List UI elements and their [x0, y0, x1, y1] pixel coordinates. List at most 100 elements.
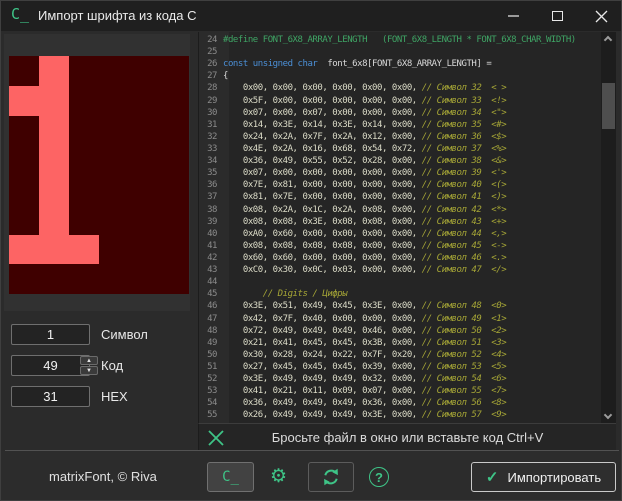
glyph-pixel: [129, 145, 159, 175]
close-button[interactable]: [579, 1, 622, 31]
glyph-pixel: [159, 205, 189, 235]
line-number: 48: [199, 325, 223, 337]
symbol-input[interactable]: [11, 324, 90, 345]
code-text: 0x72, 0x49, 0x49, 0x49, 0x46, 0x00, // С…: [223, 326, 506, 336]
settings-button[interactable]: ⚙: [267, 465, 290, 488]
scroll-up-icon[interactable]: [604, 36, 612, 44]
code-line: 52 0x3E, 0x49, 0x49, 0x49, 0x32, 0x00, /…: [199, 373, 601, 385]
scrollbar-thumb[interactable]: [602, 83, 615, 129]
code-line: 40 0xA0, 0x60, 0x00, 0x00, 0x00, 0x00, /…: [199, 228, 601, 240]
code-line: 32 0x24, 0x2A, 0x7F, 0x2A, 0x12, 0x00, /…: [199, 131, 601, 143]
refresh-button[interactable]: [308, 462, 354, 492]
glyph-pixel: [69, 235, 99, 265]
refresh-icon: [321, 467, 341, 487]
code-text: 0x24, 0x2A, 0x7F, 0x2A, 0x12, 0x00, // С…: [223, 132, 506, 142]
code-input[interactable]: [11, 355, 90, 376]
glyph-preview-grid: [9, 56, 189, 294]
line-number: 51: [199, 361, 223, 373]
spin-down-button[interactable]: ▼: [80, 366, 98, 375]
line-number: 44: [199, 276, 223, 288]
code-line: 39 0x08, 0x08, 0x3E, 0x08, 0x08, 0x00, /…: [199, 216, 601, 228]
editor-scrollbar[interactable]: [601, 32, 616, 423]
code-text: 0x60, 0x60, 0x00, 0x00, 0x00, 0x00, // С…: [223, 253, 506, 263]
glyph-pixel: [9, 264, 39, 294]
glyph-pixel: [129, 56, 159, 86]
minimize-button[interactable]: [491, 1, 535, 31]
glyph-pixel: [39, 86, 69, 116]
code-line: 43 0xC0, 0x30, 0x0C, 0x03, 0x00, 0x00, /…: [199, 264, 601, 276]
glyph-pixel: [99, 264, 129, 294]
spin-down-icon: ▼: [86, 368, 92, 374]
glyph-pixel: [129, 175, 159, 205]
footer-bar: matrixFont, © Riva C_ ⚙ ? ✓ Импортироват…: [1, 451, 622, 501]
line-number: 50: [199, 349, 223, 361]
line-number: 41: [199, 240, 223, 252]
symbol-label: Символ: [101, 324, 148, 345]
line-number: 28: [199, 82, 223, 94]
import-button[interactable]: ✓ Импортировать: [471, 462, 616, 492]
code-line: 28 0x00, 0x00, 0x00, 0x00, 0x00, 0x00, /…: [199, 82, 601, 94]
glyph-pixel: [69, 175, 99, 205]
glyph-pixel: [39, 205, 69, 235]
code-text: 0xC0, 0x30, 0x0C, 0x03, 0x00, 0x00, // С…: [223, 265, 506, 275]
help-icon: ?: [375, 470, 383, 485]
glyph-pixel: [39, 116, 69, 146]
line-number: 29: [199, 95, 223, 107]
glyph-pixel: [9, 56, 39, 86]
line-number: 39: [199, 216, 223, 228]
code-line: 29 0x5F, 0x00, 0x00, 0x00, 0x00, 0x00, /…: [199, 95, 601, 107]
drop-zone[interactable]: Бросьте файл в окно или вставьте код Ctr…: [198, 423, 616, 451]
glyph-pixel: [129, 205, 159, 235]
line-number: 35: [199, 167, 223, 179]
code-line: 33 0x4E, 0x2A, 0x16, 0x68, 0x54, 0x72, /…: [199, 143, 601, 155]
line-number: 45: [199, 288, 223, 300]
code-line: 36 0x7E, 0x81, 0x00, 0x00, 0x00, 0x00, /…: [199, 179, 601, 191]
app-credit: matrixFont, © Riva: [49, 462, 157, 492]
code-text: 0x5F, 0x00, 0x00, 0x00, 0x00, 0x00, // С…: [223, 96, 506, 106]
maximize-button[interactable]: [535, 1, 579, 31]
code-line: 37 0x81, 0x7E, 0x00, 0x00, 0x00, 0x00, /…: [199, 191, 601, 203]
line-number: 34: [199, 155, 223, 167]
editor-lines: 24#define FONT_6X8_ARRAY_LENGTH (FONT_6X…: [199, 34, 601, 422]
c-code-icon: C_: [222, 469, 239, 485]
glyph-pixel: [159, 116, 189, 146]
glyph-pixel: [39, 56, 69, 86]
code-line: 35 0x07, 0x00, 0x00, 0x00, 0x00, 0x00, /…: [199, 167, 601, 179]
app-logo-icon: C_: [11, 5, 29, 23]
glyph-pixel: [9, 116, 39, 146]
glyph-pixel: [9, 86, 39, 116]
line-number: 33: [199, 143, 223, 155]
hex-input[interactable]: [11, 386, 90, 407]
glyph-pixel: [129, 264, 159, 294]
code-text: 0xA0, 0x60, 0x00, 0x00, 0x00, 0x00, // С…: [223, 229, 506, 239]
glyph-pixel: [99, 235, 129, 265]
glyph-pixel: [9, 235, 39, 265]
code-spinbox: ▲ ▼: [11, 355, 90, 376]
line-number: 47: [199, 313, 223, 325]
code-line: 53 0x41, 0x21, 0x11, 0x09, 0x07, 0x00, /…: [199, 385, 601, 397]
glyph-pixel: [159, 145, 189, 175]
line-number: 54: [199, 397, 223, 409]
glyph-pixel: [159, 264, 189, 294]
code-line: 44: [199, 276, 601, 288]
line-number: 42: [199, 252, 223, 264]
app-window: C_ Импорт шрифта из кода C Символ ▲ ▼: [0, 0, 622, 501]
c-code-button[interactable]: C_: [207, 462, 254, 492]
glyph-pixel: [39, 175, 69, 205]
code-line: 49 0x21, 0x41, 0x45, 0x45, 0x3B, 0x00, /…: [199, 337, 601, 349]
spin-up-button[interactable]: ▲: [80, 356, 98, 365]
code-editor[interactable]: 24#define FONT_6X8_ARRAY_LENGTH (FONT_6X…: [198, 32, 601, 423]
code-text: 0x27, 0x45, 0x45, 0x45, 0x39, 0x00, // С…: [223, 362, 506, 372]
glyph-pixel: [99, 145, 129, 175]
glyph-pixel: [39, 145, 69, 175]
minimize-icon: [508, 15, 519, 17]
code-line: 47 0x42, 0x7F, 0x40, 0x00, 0x00, 0x00, /…: [199, 313, 601, 325]
scroll-down-icon[interactable]: [604, 411, 612, 419]
help-button[interactable]: ?: [369, 467, 389, 487]
code-text: // Digits / Цифры: [223, 289, 347, 299]
import-button-label: Импортировать: [507, 470, 601, 485]
glyph-pixel: [69, 56, 99, 86]
line-number: 38: [199, 204, 223, 216]
glyph-pixel: [69, 264, 99, 294]
glyph-pixel: [9, 145, 39, 175]
